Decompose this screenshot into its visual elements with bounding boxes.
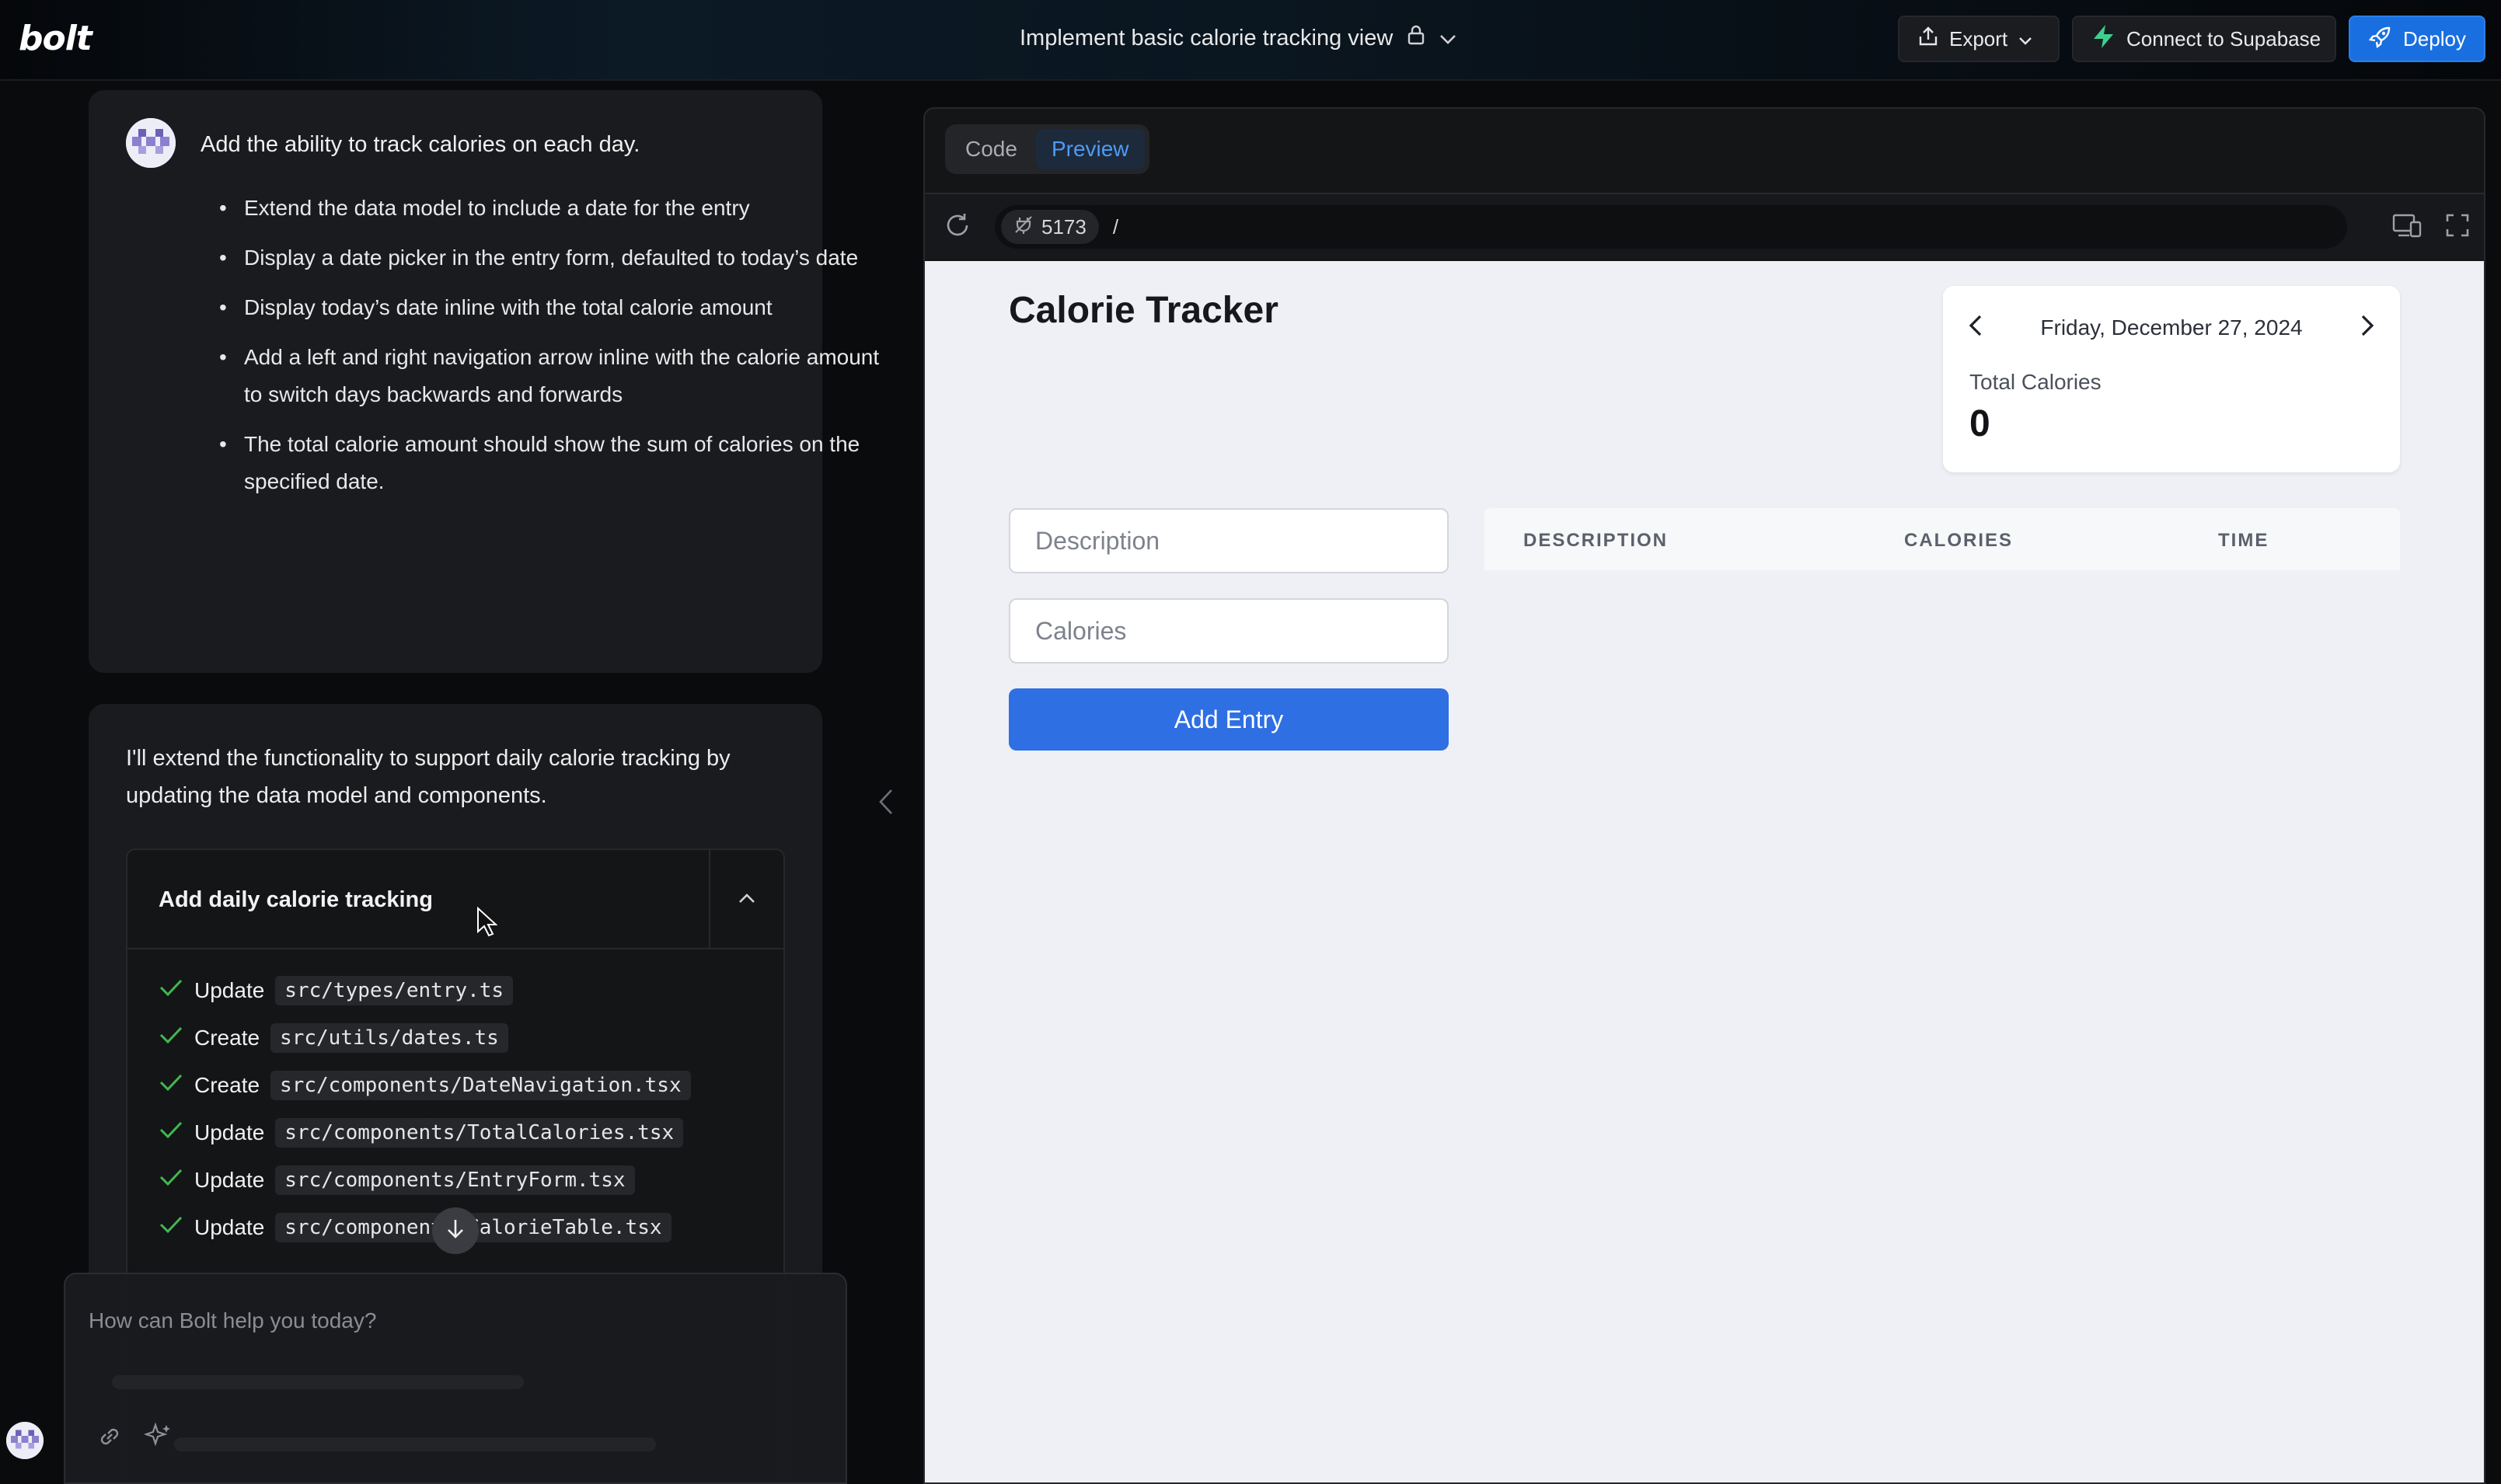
step-file[interactable]: src/components/DateNavigation.tsx (270, 1070, 691, 1100)
share-icon (1918, 26, 1938, 53)
step-item: Update src/types/entry.ts (159, 967, 691, 1014)
total-calories-label: Total Calories (1969, 370, 2102, 394)
check-icon (159, 1167, 183, 1193)
tab-preview[interactable]: Preview (1035, 129, 1145, 169)
collapse-chat-button[interactable] (878, 788, 894, 820)
artifact-collapse-button[interactable] (709, 850, 783, 949)
check-icon (159, 1072, 183, 1098)
column-header-calories: CALORIES (1904, 530, 2014, 551)
lock-icon (1407, 25, 1425, 51)
port-selector[interactable]: 5173 (1001, 210, 1099, 244)
prompt-box (64, 1273, 847, 1484)
total-calories-value: 0 (1969, 403, 1990, 444)
chevron-down-icon[interactable] (1439, 26, 1456, 51)
step-item: Update src/components/EntryForm.tsx (159, 1156, 691, 1204)
rocket-icon (2368, 25, 2392, 54)
app-preview: Calorie Tracker Friday, December 27, 202… (925, 261, 2484, 1482)
reload-icon[interactable] (944, 211, 971, 243)
arrow-down-icon (445, 1218, 466, 1245)
prompt-input[interactable] (89, 1308, 819, 1333)
scroll-to-bottom-button[interactable] (432, 1207, 479, 1254)
calories-input[interactable] (1009, 598, 1449, 664)
list-item: Display a date picker in the entry form,… (219, 239, 888, 277)
chevron-down-icon (2018, 27, 2032, 51)
date-total-card: Friday, December 27, 2024 Total Calories… (1943, 286, 2400, 472)
description-input[interactable] (1009, 508, 1449, 573)
user-message: Add the ability to track calories on eac… (89, 90, 879, 673)
url-path: / (1112, 214, 1119, 239)
user-message-lead: Add the ability to track calories on eac… (201, 132, 640, 157)
requirement-list: Extend the data model to include a date … (219, 190, 888, 513)
current-date: Friday, December 27, 2024 (2040, 315, 2303, 340)
preview-actions (2392, 213, 2470, 243)
list-item: Add a left and right navigation arrow in… (219, 339, 888, 413)
connect-supabase-button[interactable]: Connect to Supabase (2072, 16, 2336, 62)
step-action: Update (194, 977, 265, 1002)
check-icon (159, 977, 183, 1003)
attach-link-icon[interactable] (96, 1423, 123, 1454)
bolt-logo[interactable]: bolt (19, 19, 92, 58)
port-number: 5173 (1041, 214, 1087, 239)
export-label: Export (1949, 26, 2008, 51)
supabase-icon (2092, 24, 2116, 54)
step-item: Create src/utils/dates.ts (159, 1014, 691, 1061)
step-file[interactable]: src/components/TotalCalories.tsx (275, 1117, 684, 1148)
device-toggle-icon[interactable] (2392, 213, 2422, 243)
entries-table-header: DESCRIPTION CALORIES TIME (1484, 508, 2400, 570)
step-file[interactable]: src/components/EntryForm.tsx (275, 1165, 635, 1195)
step-file[interactable]: src/utils/dates.ts (270, 1022, 508, 1053)
step-action: Create (194, 1025, 260, 1050)
step-item: Update src/components/CalorieTable.tsx (159, 1204, 691, 1251)
tab-code[interactable]: Code (950, 129, 1033, 169)
project-title-text: Implement basic calorie tracking view (1020, 25, 1394, 51)
fullscreen-icon[interactable] (2445, 213, 2470, 243)
view-tabs: Code Preview (945, 124, 1149, 174)
date-navigation: Friday, December 27, 2024 (1968, 314, 2375, 341)
user-avatar (126, 118, 176, 168)
enhance-sparkle-icon[interactable] (143, 1422, 173, 1454)
list-item: Extend the data model to include a date … (219, 190, 888, 227)
app-title: Calorie Tracker (1009, 290, 1278, 331)
chevron-up-icon (738, 893, 755, 907)
top-bar: bolt Implement basic calorie tracking vi… (0, 0, 2501, 81)
step-action: Update (194, 1214, 265, 1239)
supabase-label: Connect to Supabase (2126, 26, 2321, 51)
assistant-intro: I'll extend the functionality to support… (126, 746, 731, 808)
step-action: Update (194, 1167, 265, 1192)
step-action: Create (194, 1072, 260, 1097)
step-action: Update (194, 1120, 265, 1144)
export-button[interactable]: Export (1898, 16, 2060, 62)
artifact-title: Add daily calorie tracking (159, 887, 433, 912)
next-day-button[interactable] (2360, 314, 2375, 341)
add-entry-button[interactable]: Add Entry (1009, 688, 1449, 751)
step-item: Create src/components/DateNavigation.tsx (159, 1061, 691, 1109)
list-item: The total calorie amount should show the… (219, 426, 888, 500)
prev-day-button[interactable] (1968, 314, 1983, 341)
mouse-pointer-icon (476, 906, 498, 941)
suggestion-placeholder (174, 1437, 656, 1451)
deploy-label: Deploy (2403, 26, 2466, 51)
artifact-header[interactable]: Add daily calorie tracking (127, 850, 783, 949)
account-avatar[interactable] (6, 1422, 44, 1459)
column-header-description: DESCRIPTION (1523, 530, 1669, 551)
chevron-left-icon (878, 789, 894, 819)
check-icon (159, 1120, 183, 1145)
step-file[interactable]: src/types/entry.ts (275, 975, 514, 1005)
column-header-time: TIME (2218, 530, 2269, 551)
plug-icon (1013, 214, 1034, 240)
artifact-steps: Update src/types/entry.ts Create src/uti… (159, 967, 691, 1251)
step-item: Update src/components/TotalCalories.tsx (159, 1109, 691, 1156)
preview-toolbar: 5173 / (925, 194, 2484, 260)
list-item: Display today’s date inline with the tot… (219, 289, 888, 326)
suggestion-placeholder (112, 1375, 524, 1389)
deploy-button[interactable]: Deploy (2349, 16, 2485, 62)
check-icon (159, 1214, 183, 1240)
project-title[interactable]: Implement basic calorie tracking view (1020, 25, 1456, 51)
preview-address-bar[interactable]: 5173 / (995, 205, 2347, 249)
workbench-panel: Code Preview 5173 / Calorie Tracker Frid… (923, 107, 2485, 1484)
check-icon (159, 1025, 183, 1050)
